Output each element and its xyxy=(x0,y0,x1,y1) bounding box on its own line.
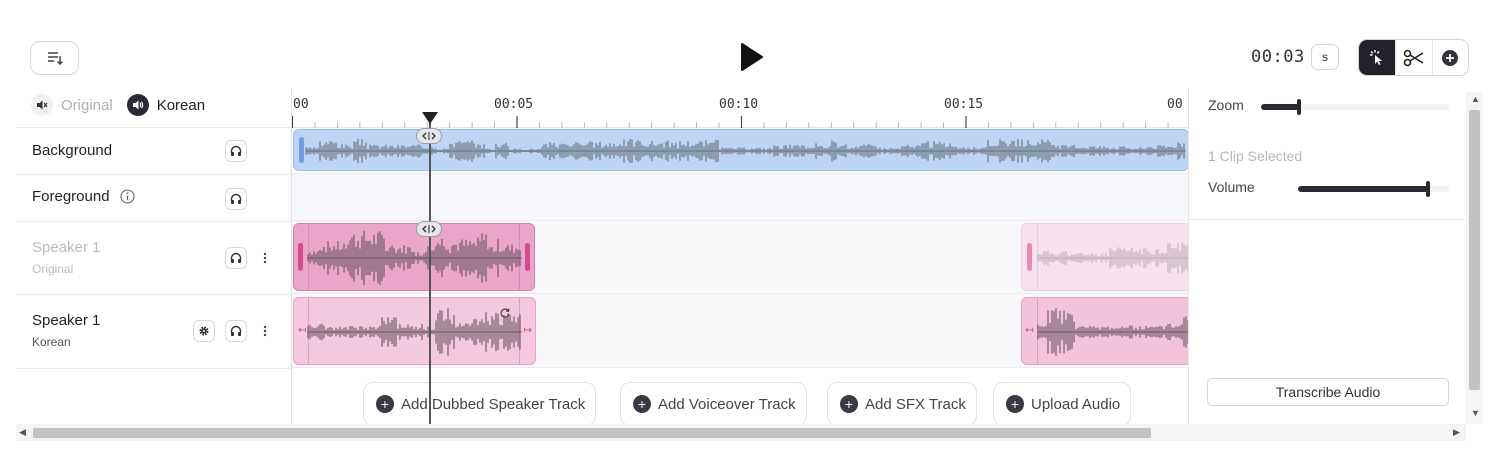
add-voiceover-track-button[interactable]: + Add Voiceover Track xyxy=(620,382,807,424)
more-options-button[interactable] xyxy=(260,247,270,269)
cut-tool-button[interactable] xyxy=(1395,40,1431,75)
scroll-right-icon[interactable]: ▶ xyxy=(1453,427,1460,438)
headphones-icon xyxy=(230,325,242,336)
settings-button[interactable] xyxy=(193,320,215,342)
track-language: Korean xyxy=(32,335,71,349)
more-options-button[interactable] xyxy=(260,320,270,342)
korean-language-label[interactable]: Korean xyxy=(157,97,205,114)
track-name: Speaker 1 xyxy=(32,239,101,256)
transcribe-audio-button[interactable]: Transcribe Audio xyxy=(1207,378,1449,406)
scroll-up-icon[interactable]: ▲ xyxy=(1471,94,1480,104)
ruler-label: 00:15 xyxy=(944,97,984,112)
volume-slider-fill xyxy=(1298,186,1428,192)
add-sfx-track-button[interactable]: + Add SFX Track xyxy=(827,382,977,424)
waveform xyxy=(1037,308,1188,356)
play-button[interactable] xyxy=(733,38,769,76)
volume-slider[interactable] xyxy=(1298,181,1449,197)
timeline[interactable]: 00 00:05 00:10 00:15 00 ↤ ↦ ↤ + Add Dubb… xyxy=(291,88,1188,424)
headphones-icon xyxy=(230,252,242,263)
kebab-menu-icon xyxy=(263,325,267,337)
lane-foreground[interactable] xyxy=(292,174,1188,221)
time-unit-button[interactable]: s xyxy=(1311,44,1339,70)
scroll-down-icon[interactable]: ▼ xyxy=(1471,408,1480,418)
scissors-icon xyxy=(1403,49,1424,66)
kebab-menu-icon xyxy=(263,252,267,264)
zoom-slider-thumb[interactable] xyxy=(1296,99,1301,115)
horizontal-scrollbar-thumb[interactable] xyxy=(33,428,1151,438)
track-language: Original xyxy=(32,262,74,276)
ruler-label: 00 xyxy=(293,97,309,112)
headphones-icon xyxy=(230,193,242,204)
timecode-display: 00:03 xyxy=(1251,47,1305,67)
vertical-scrollbar-thumb[interactable] xyxy=(1469,110,1480,390)
play-icon xyxy=(741,43,763,71)
headphones-button[interactable] xyxy=(225,188,247,210)
ruler-label: 00:05 xyxy=(494,97,534,112)
track-header-background: Background xyxy=(16,127,291,174)
list-download-icon xyxy=(47,52,63,65)
speaker-clip[interactable]: ↤ ↦ xyxy=(293,297,536,365)
track-name: Foreground xyxy=(32,188,110,205)
track-name: Speaker 1 xyxy=(32,312,101,329)
playhead[interactable] xyxy=(429,116,431,424)
dubbing-editor: 00:03 s Original Korean Background Foreg… xyxy=(0,0,1506,468)
track-header-speaker1-original: Speaker 1 Original xyxy=(16,221,291,294)
horizontal-scrollbar[interactable]: ◀ ▶ xyxy=(16,424,1466,441)
original-language-label[interactable]: Original xyxy=(61,97,113,114)
headphones-button[interactable] xyxy=(225,247,247,269)
plus-circle-icon xyxy=(1442,49,1459,66)
divider xyxy=(1189,219,1467,220)
info-icon[interactable] xyxy=(120,189,135,204)
add-dubbed-speaker-track-button[interactable]: + Add Dubbed Speaker Track xyxy=(363,382,597,424)
playhead-marker-icon[interactable] xyxy=(422,112,438,124)
speaker-clip[interactable]: ↤ xyxy=(1021,297,1188,365)
waveform xyxy=(307,230,522,286)
headphones-icon xyxy=(230,145,242,156)
headphones-button[interactable] xyxy=(225,140,247,162)
speaker-muted-icon[interactable] xyxy=(31,94,53,116)
volume-label: Volume xyxy=(1208,179,1255,195)
button-label: Upload Audio xyxy=(1031,395,1121,413)
gear-icon xyxy=(199,326,209,336)
lane-speaker1-korean: ↤ ↦ ↤ xyxy=(292,294,1188,368)
speaker-clip[interactable] xyxy=(293,223,535,291)
edit-tool-group xyxy=(1358,39,1469,76)
track-header-empty xyxy=(16,368,291,424)
scroll-left-icon[interactable]: ◀ xyxy=(19,427,26,438)
regenerate-icon[interactable] xyxy=(499,307,511,319)
ruler-label: 00 xyxy=(1167,97,1183,112)
zoom-slider-fill xyxy=(1261,104,1299,110)
upload-audio-button[interactable]: + Upload Audio xyxy=(993,382,1132,424)
add-tool-button[interactable] xyxy=(1431,40,1468,75)
waveform xyxy=(1037,242,1188,274)
move-horizontal-icon xyxy=(422,132,436,140)
zoom-label: Zoom xyxy=(1208,97,1244,113)
plus-circle-icon: + xyxy=(633,395,651,413)
track-header-foreground: Foreground xyxy=(16,174,291,221)
clip-drag-handle[interactable] xyxy=(416,221,442,237)
plus-circle-icon: + xyxy=(376,395,394,413)
button-label: Add Voiceover Track xyxy=(658,395,796,413)
selection-status: 1 Clip Selected xyxy=(1208,148,1303,164)
zoom-slider[interactable] xyxy=(1261,99,1449,115)
plus-circle-icon: + xyxy=(840,395,858,413)
vertical-scrollbar[interactable]: ▲ ▼ xyxy=(1466,92,1483,424)
language-toggle: Original Korean xyxy=(31,92,205,118)
select-tool-button[interactable] xyxy=(1359,40,1396,75)
headphones-button[interactable] xyxy=(225,320,247,342)
speaker-clip[interactable] xyxy=(1021,223,1188,291)
ruler-label: 00:10 xyxy=(719,97,759,112)
pointer-click-icon xyxy=(1370,49,1383,65)
properties-panel: Zoom 1 Clip Selected Volume Transcribe A… xyxy=(1188,88,1467,424)
button-label: Add SFX Track xyxy=(865,395,966,413)
track-header-speaker1-korean: Speaker 1 Korean xyxy=(16,294,291,368)
clip-drag-handle[interactable] xyxy=(416,128,442,144)
move-horizontal-icon xyxy=(422,225,436,233)
plus-circle-icon: + xyxy=(1006,395,1024,413)
track-list-button[interactable] xyxy=(30,41,79,75)
volume-slider-thumb[interactable] xyxy=(1425,181,1430,197)
track-name: Background xyxy=(32,142,113,159)
speaker-on-icon[interactable] xyxy=(126,94,149,116)
